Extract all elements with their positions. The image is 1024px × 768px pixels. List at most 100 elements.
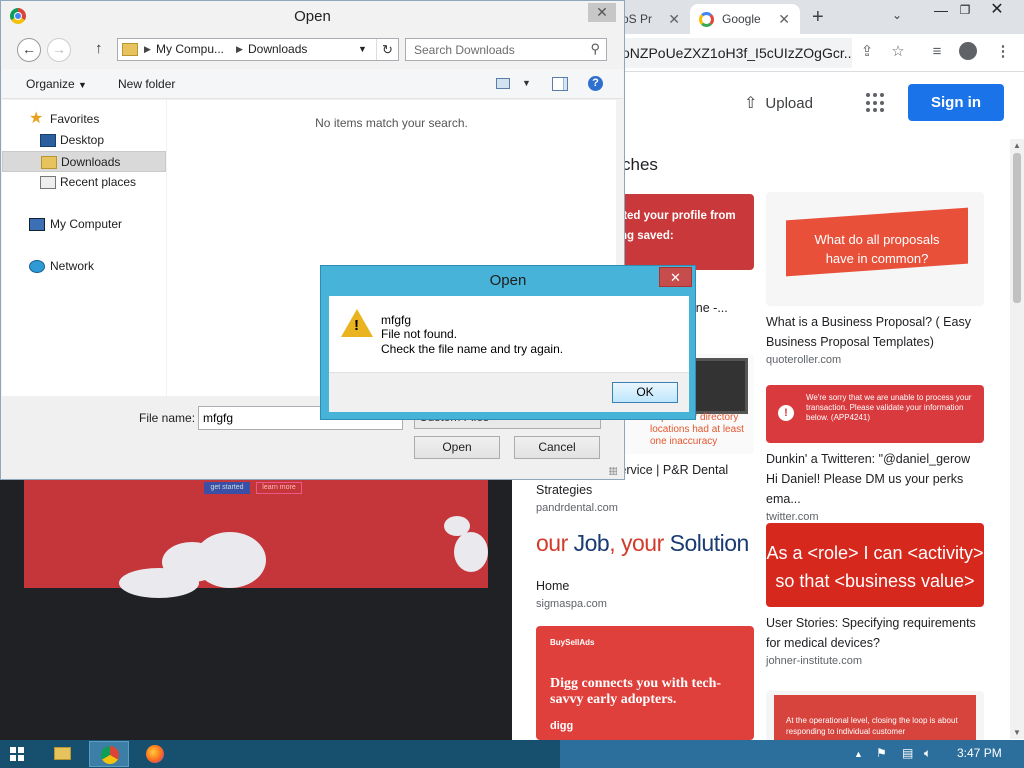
more-menu-icon[interactable]: ⋮ — [993, 42, 1013, 62]
close-icon[interactable]: ✕ — [659, 267, 692, 287]
thumb-text: Job — [573, 530, 610, 556]
recent-places-icon — [40, 176, 56, 189]
empty-results-message: No items match your search. — [315, 116, 468, 130]
navigation-pane: ★ Favorites Desktop Downloads Recent plac… — [2, 100, 166, 396]
background-webpage — [24, 480, 488, 598]
search-input[interactable] — [406, 39, 581, 60]
dialog-titlebar[interactable]: Open ✕ — [1, 1, 624, 31]
chevron-down-icon[interactable]: ▼ — [358, 39, 367, 60]
thumb-text: , your — [609, 530, 670, 556]
close-tab-icon[interactable]: ✕ — [778, 4, 790, 34]
result-source: johner-institute.com — [766, 655, 862, 667]
nav-item-desktop[interactable]: Desktop — [2, 130, 166, 151]
result-source: quoteroller.com — [766, 354, 842, 366]
command-bar: Organize ▼ New folder ▼ ? — [2, 69, 623, 99]
refresh-icon[interactable]: ↻ — [376, 39, 398, 60]
taskbar: ▲ ⚑ ▤ 🔈︎ 3:47 PM — [0, 740, 1024, 768]
result-card[interactable]: What do all proposals have in common? Wh… — [766, 192, 984, 366]
breadcrumb-my-computer[interactable]: My Compu... — [156, 39, 224, 60]
file-explorer-icon[interactable] — [42, 741, 82, 767]
chrome-taskbar-icon[interactable] — [89, 741, 129, 767]
network-icon[interactable]: ▤ — [902, 746, 913, 760]
thumb-text: Digg connects you with tech-savvy early … — [550, 676, 722, 707]
breadcrumb-downloads[interactable]: Downloads — [248, 39, 307, 60]
result-thumbnail: What do all proposals have in common? — [766, 192, 984, 306]
dialog-title: Open — [294, 8, 331, 25]
back-arrow-icon[interactable]: ← — [17, 38, 41, 62]
windows-start-icon[interactable] — [10, 747, 24, 761]
sign-in-button[interactable]: Sign in — [908, 84, 1004, 121]
restore-icon[interactable]: ❐ — [950, 0, 980, 22]
result-thumbnail: our Job, your Solution — [536, 530, 754, 570]
resize-grip-icon[interactable] — [609, 467, 617, 475]
result-card[interactable]: At the operational level, closing the lo… — [766, 691, 984, 740]
cancel-button[interactable]: Cancel — [514, 436, 600, 459]
file-name-text: mfgfg — [381, 313, 412, 327]
close-window-icon[interactable]: ✕ — [982, 0, 1012, 22]
show-hidden-icons-icon[interactable]: ▲ — [854, 749, 863, 759]
chevron-down-icon[interactable]: ▼ — [522, 78, 531, 88]
organize-label: Organize — [26, 77, 75, 91]
bookmark-star-icon[interactable]: ☆ — [888, 42, 908, 62]
breadcrumb[interactable]: ▶ My Compu... ▶ Downloads ▼ ↻ — [117, 38, 399, 61]
new-tab-icon[interactable]: + — [812, 4, 824, 30]
chevron-down-icon[interactable]: ⌄ — [892, 8, 902, 22]
exclamation-mark: ! — [354, 317, 359, 334]
dialog-title: Open — [489, 272, 527, 289]
nav-item-network[interactable]: Network — [2, 256, 166, 277]
help-icon[interactable]: ? — [588, 76, 603, 91]
scroll-down-icon[interactable]: ▼ — [1013, 728, 1021, 737]
nav-item-my-computer[interactable]: My Computer — [2, 214, 166, 235]
thumb-text: We're sorry that we are unable to proces… — [806, 393, 972, 422]
open-button[interactable]: Open — [414, 436, 500, 459]
scroll-thumb[interactable] — [1013, 153, 1021, 303]
learn-more-button[interactable]: learn more — [256, 482, 302, 494]
close-tab-icon[interactable]: ✕ — [668, 4, 680, 34]
up-arrow-icon[interactable]: ↑ — [95, 40, 103, 57]
preview-pane-icon[interactable] — [552, 77, 568, 91]
upload-button[interactable]: ⇧ Upload — [744, 93, 813, 113]
cloud-shape — [119, 568, 199, 598]
apps-grid-icon[interactable] — [866, 93, 886, 113]
tab-label: oS Pr — [622, 12, 653, 26]
firefox-icon[interactable] — [135, 741, 175, 767]
ok-button[interactable]: OK — [612, 382, 678, 403]
nav-item-favorites[interactable]: ★ Favorites — [2, 109, 166, 130]
volume-icon[interactable]: 🔈︎ — [924, 746, 931, 761]
cloud-shape — [454, 532, 488, 572]
media-control-icon[interactable]: ≡ — [927, 42, 947, 62]
chevron-right-icon[interactable]: ▶ — [236, 39, 243, 60]
result-source: pandrdental.com — [536, 502, 618, 514]
nav-label: Downloads — [61, 155, 121, 169]
error-message: File not found. — [381, 327, 458, 341]
scroll-up-icon[interactable]: ▲ — [1013, 141, 1021, 150]
google-lens-icon — [699, 12, 714, 27]
nav-label: My Computer — [50, 217, 123, 231]
new-folder-button[interactable]: New folder — [118, 77, 175, 91]
dialog-body: ! mfgfg File not found. Check the file n… — [329, 296, 689, 372]
chevron-right-icon[interactable]: ▶ — [144, 39, 151, 60]
forward-arrow-icon[interactable]: → — [47, 38, 71, 62]
result-card[interactable]: our Job, your Solution Home sigmaspa.com — [536, 530, 754, 610]
organize-button[interactable]: Organize ▼ — [26, 77, 87, 91]
file-not-found-dialog: Open ✕ ! mfgfg File not found. Check the… — [320, 265, 696, 420]
page-scrollbar[interactable]: ▲ ▼ — [1010, 139, 1024, 739]
system-clock[interactable]: 3:47 PM — [957, 746, 1002, 760]
get-started-button[interactable]: get started — [204, 482, 250, 494]
upload-label: Upload — [765, 95, 813, 112]
address-bar[interactable]: oNZPoUeZXZ1oH3f_I5cUIzZOgGcr... — [600, 38, 852, 68]
nav-item-downloads[interactable]: Downloads — [2, 151, 166, 172]
nav-item-recent-places[interactable]: Recent places — [2, 172, 166, 193]
share-icon[interactable]: ⇪ — [857, 42, 877, 62]
close-icon[interactable]: ✕ — [588, 3, 616, 22]
result-card[interactable]: BuySellAds Digg connects you with tech-s… — [536, 626, 754, 740]
result-card[interactable]: As a <role> I can <activity> so that <bu… — [766, 523, 984, 667]
tab-google[interactable]: Google ✕ — [690, 4, 800, 34]
profile-icon[interactable] — [958, 42, 978, 62]
thumb-brand: BuySellAds — [550, 638, 595, 647]
action-center-flag-icon[interactable]: ⚑ — [876, 746, 887, 760]
result-card[interactable]: ! We're sorry that we are unable to proc… — [766, 385, 984, 523]
star-icon: ★ — [29, 110, 44, 127]
search-icon[interactable]: ⚲ — [590, 41, 600, 57]
change-view-icon[interactable] — [496, 78, 510, 89]
